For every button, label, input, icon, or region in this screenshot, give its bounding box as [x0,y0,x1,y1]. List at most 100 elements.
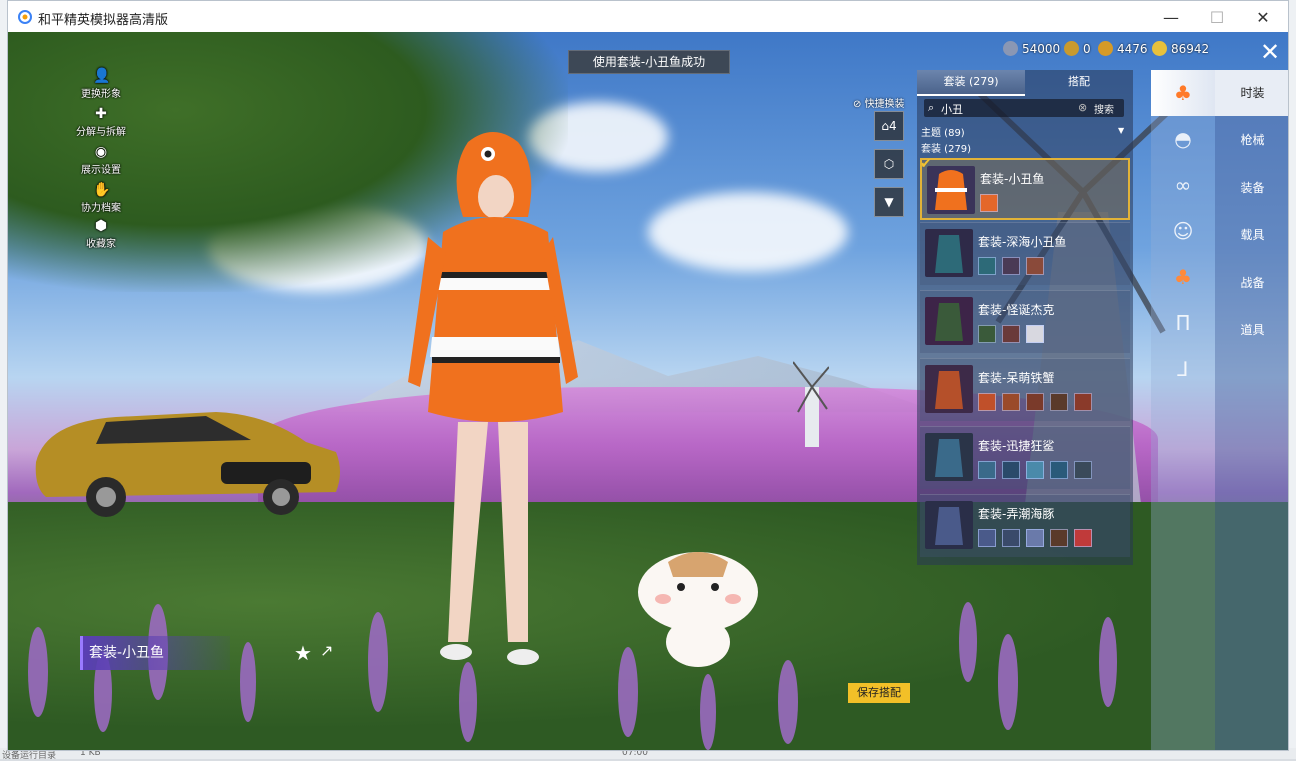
shoes-slot-button[interactable]: ⅃ [1151,346,1215,392]
outfit-name: 套装-小丑鱼 [980,172,1045,186]
outfit-piece[interactable] [1050,461,1068,479]
currency-value: 54000 [1022,41,1061,56]
outfit-item-weird-jack[interactable]: 套装-怪诞杰克 [920,290,1130,353]
quick-change-label: ⊘ 快捷换装 [853,99,905,110]
outfit-piece[interactable] [980,194,998,212]
pants-slot-button[interactable]: Π [1151,300,1215,346]
outfit-item-swift-shark[interactable]: 套装-迅捷狂鲨 [920,426,1130,489]
outfit-piece[interactable] [1002,325,1020,343]
filter-outfit[interactable]: 套装 (279) [921,140,971,155]
gold-coin-icon [1098,41,1113,56]
outfit-name: 套装-深海小丑鱼 [978,235,1067,249]
hat-slot-button[interactable]: ◓ [1151,116,1215,162]
search-box[interactable]: ⌕ 小丑 ⊗ 搜索 [924,99,1124,117]
collector-label: 收藏家 [86,239,116,250]
silver-coin-icon [1003,41,1018,56]
outfit-piece[interactable] [1050,529,1068,547]
outfit-piece[interactable] [1026,325,1044,343]
change-look-button[interactable]: 👤 更换形象 [66,68,136,100]
title-bar[interactable]: 和平精英模拟器高清版 — ☐ ✕ [8,1,1288,32]
outfit-piece[interactable] [978,529,996,547]
outfit-piece[interactable] [1026,393,1044,411]
cooperation-archive-button[interactable]: ✋ 协力档案 [66,182,136,214]
outfit-slot-button[interactable]: ♣ [1151,70,1215,116]
outfit-item-cute-crab[interactable]: 套装-呆萌铁蟹 [920,358,1130,421]
outfit-piece[interactable] [1050,393,1068,411]
search-input[interactable]: 小丑 [941,101,963,117]
outfit-name: 套装-弄潮海豚 [978,507,1055,521]
emblem-icon: ⬡ [883,157,895,171]
outfit-piece[interactable] [1002,393,1020,411]
emulator-window: 和平精英模拟器高清版 — ☐ ✕ 👤 更换形象 ✚ 分解与拆解 ◉ 展示设置 ✋… [7,0,1289,751]
clear-search-icon[interactable]: ⊗ [1078,101,1087,114]
outfit-list-panel: 套装 (279) 搭配 ⌕ 小丑 ⊗ 搜索 主题 (89) ▼ 套装 (279)… [917,70,1133,565]
minimize-button[interactable]: — [1148,5,1194,29]
outfit-piece[interactable] [1002,461,1020,479]
outfit-piece[interactable] [1002,529,1020,547]
hat-icon: ◓ [1174,127,1192,151]
tab-outfits[interactable]: 套装 (279) [917,70,1025,96]
category-guns[interactable]: 枪械 [1215,117,1288,163]
currency-diamond: 86942 [1152,41,1209,56]
quick-emblem-button[interactable]: ⬡ [874,149,904,179]
category-vehicles[interactable]: 载具 [1215,212,1288,258]
favorite-star-icon[interactable]: ★ [294,641,312,665]
quick-wings-button[interactable]: ▼ [874,187,904,217]
quick-change-text: 快捷换装 [864,99,905,110]
category-battle-gear[interactable]: 战备 [1215,260,1288,306]
glasses-slot-button[interactable]: ∞ [1151,162,1215,208]
outfit-piece[interactable] [1074,529,1092,547]
close-wardrobe-button[interactable]: ✕ [1258,40,1282,64]
mask-slot-button[interactable]: ☺ [1151,208,1215,254]
outfit-piece[interactable] [1074,461,1092,479]
outfit-piece[interactable] [1002,257,1020,275]
mask-icon: ☺ [1172,219,1194,243]
top-slot-button[interactable]: ♣ [1151,254,1215,300]
outfit-icon: ♣ [1174,81,1192,105]
currency-silver: 54000 [1003,41,1060,56]
maximize-button[interactable]: ☐ [1194,5,1240,29]
tab-combos[interactable]: 搭配 [1025,70,1133,94]
close-window-button[interactable]: ✕ [1240,5,1286,29]
outfit-piece[interactable] [978,461,996,479]
share-icon[interactable]: ↗ [320,641,342,663]
person-icon: 👤 [93,68,111,84]
eye-icon: ◉ [94,144,108,160]
currency-value: 0 [1083,41,1091,56]
outfit-piece[interactable] [1026,529,1044,547]
slot-number: 4 [888,119,897,133]
collector-button[interactable]: ⬢ 收藏家 [66,218,136,250]
outfit-piece[interactable] [978,257,996,275]
outfit-piece[interactable] [978,393,996,411]
outfit-piece[interactable] [978,325,996,343]
search-icon: ⌕ [928,101,935,114]
outfit-item-deepsea-clownfish[interactable]: 套装-深海小丑鱼 [920,222,1130,285]
window-title: 和平精英模拟器高清版 [38,13,169,28]
gold-car [35,412,340,517]
display-settings-button[interactable]: ◉ 展示设置 [66,144,136,176]
decompose-button[interactable]: ✚ 分解与拆解 [66,106,136,138]
quick-change-slot-button[interactable]: ⌂4 [874,111,904,141]
save-outfit-button[interactable]: 保存搭配 [848,683,910,703]
outfit-item-clownfish[interactable]: ✔ 套装-小丑鱼 [920,156,1130,220]
decompose-label: 分解与拆解 [76,127,126,138]
diamond-coin-icon [1152,41,1167,56]
filter-theme[interactable]: 主题 (89) [921,124,965,139]
category-fashion[interactable]: 时装 [1215,70,1288,116]
outfit-piece[interactable] [1074,393,1092,411]
game-viewport[interactable]: 👤 更换形象 ✚ 分解与拆解 ◉ 展示设置 ✋ 协力档案 ⬢ 收藏家 使用套装-… [8,32,1288,750]
purple-flowers [28,602,1117,750]
outfit-piece[interactable] [1026,461,1044,479]
outfit-thumbnail [925,229,973,277]
desktop-right-edge [1289,0,1296,759]
outfit-piece[interactable] [1026,257,1044,275]
outfit-thumbnail [925,365,973,413]
category-items[interactable]: 道具 [1215,307,1288,353]
category-equipment[interactable]: 装备 [1215,165,1288,211]
currency-value: 86942 [1171,41,1210,56]
currency-medal: 0 [1064,41,1091,56]
dropdown-caret-icon[interactable]: ▼ [1118,126,1124,135]
search-button[interactable]: 搜索 [1094,101,1114,116]
outfit-item-surf-dolphin[interactable]: 套装-弄潮海豚 [920,494,1130,557]
shoes-icon: ⅃ [1177,357,1189,381]
